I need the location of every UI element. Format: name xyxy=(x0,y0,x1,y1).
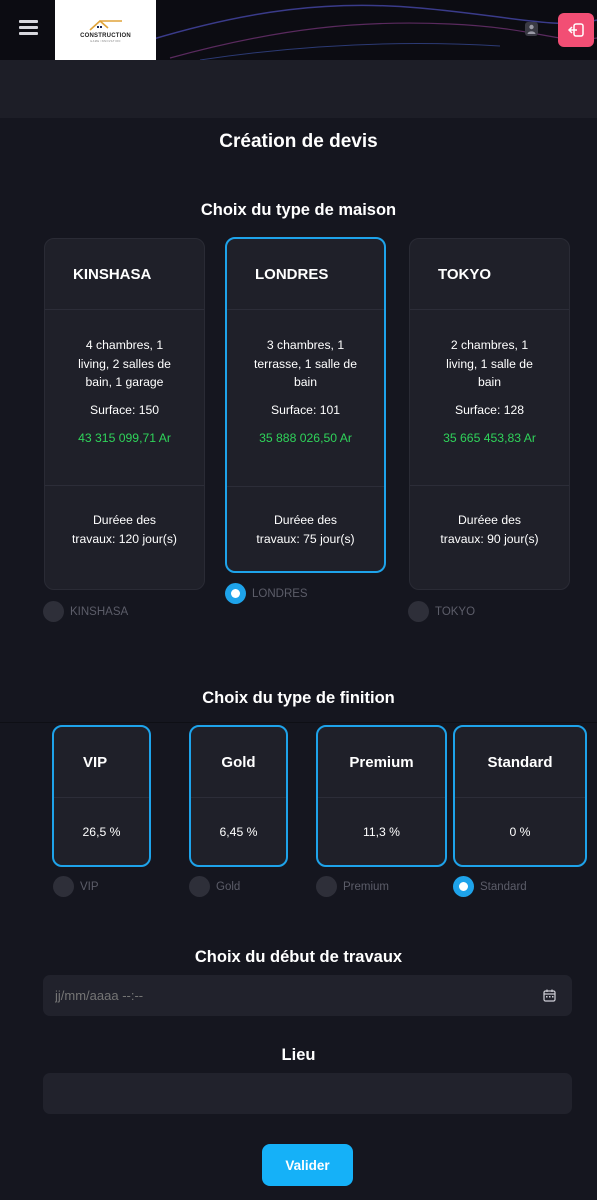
radio-button[interactable] xyxy=(225,583,246,604)
maison-card-londres[interactable]: LONDRES 3 chambres, 1 terrasse, 1 salle … xyxy=(225,237,386,573)
finition-card-value: 11,3 % xyxy=(362,824,401,839)
radio-button[interactable] xyxy=(43,601,64,622)
radio-label: Standard xyxy=(480,880,527,893)
maison-card-description: 2 chambres, 1 living, 1 salle de bain xyxy=(446,338,533,389)
maison-card-surface: Surface: 128 xyxy=(454,402,525,417)
radio-label: VIP xyxy=(80,880,99,893)
radio-finition-vip[interactable]: VIP xyxy=(53,876,99,897)
maison-card-kinshasa[interactable]: KINSHASA 4 chambres, 1 living, 2 salles … xyxy=(44,238,205,590)
page-title: Création de devis xyxy=(219,131,378,152)
maison-card-price: 35 888 026,50 Ar xyxy=(259,430,352,445)
maison-card-price: 43 315 099,71 Ar xyxy=(78,430,171,445)
page: CONSTRUCTION GAME INNOVATION Création de… xyxy=(0,0,597,1200)
house-logo-icon xyxy=(88,19,122,31)
radio-finition-premium[interactable]: Premium xyxy=(316,876,389,897)
card-divider xyxy=(227,486,384,487)
finition-card-name: Gold xyxy=(191,727,286,798)
finition-card-value: 26,5 % xyxy=(82,824,121,839)
maison-card-description: 3 chambres, 1 terrasse, 1 salle de bain xyxy=(254,338,357,389)
radio-finition-standard[interactable]: Standard xyxy=(453,876,527,897)
finition-card-name: Premium xyxy=(318,727,445,798)
radio-button[interactable] xyxy=(453,876,474,897)
finition-card-name: Standard xyxy=(455,727,585,798)
radio-maison-kinshasa[interactable]: KINSHASA xyxy=(43,601,128,622)
radio-button[interactable] xyxy=(53,876,74,897)
radio-button[interactable] xyxy=(408,601,429,622)
maison-card-tokyo[interactable]: TOKYO 2 chambres, 1 living, 1 salle de b… xyxy=(409,238,570,590)
maison-card-price: 35 665 453,83 Ar xyxy=(443,430,536,445)
radio-label: LONDRES xyxy=(252,587,308,600)
top-bar: CONSTRUCTION GAME INNOVATION xyxy=(0,0,597,60)
debut-section-title: Choix du début de travaux xyxy=(194,948,403,966)
maison-card-name: KINSHASA xyxy=(45,239,204,310)
radio-label: KINSHASA xyxy=(70,605,129,618)
maison-card-duration: Duréee des travaux: 75 jour(s) xyxy=(256,513,355,546)
valider-button[interactable]: Valider xyxy=(262,1144,353,1186)
maison-card-surface: Surface: 150 xyxy=(89,402,160,417)
logout-button[interactable] xyxy=(558,13,594,47)
finition-card-value: 0 % xyxy=(509,824,531,839)
finition-card-premium[interactable]: Premium 11,3 % xyxy=(316,725,447,867)
sub-header-bar xyxy=(0,60,597,118)
card-divider xyxy=(410,485,569,486)
finition-card-standard[interactable]: Standard 0 % xyxy=(453,725,587,867)
radio-label: Gold xyxy=(216,880,241,893)
logout-icon xyxy=(568,23,584,37)
logo-text: CONSTRUCTION xyxy=(80,32,131,39)
radio-button[interactable] xyxy=(316,876,337,897)
radio-button[interactable] xyxy=(189,876,210,897)
maison-card-description: 4 chambres, 1 living, 2 salles de bain, … xyxy=(78,338,171,389)
date-debut-input[interactable] xyxy=(43,975,572,1016)
radio-label: TOKYO xyxy=(435,605,476,618)
logo-subtext: GAME INNOVATION xyxy=(90,39,121,43)
finition-card-value: 6,45 % xyxy=(219,824,258,839)
maison-card-surface: Surface: 101 xyxy=(270,402,341,417)
lieu-input[interactable] xyxy=(43,1073,572,1114)
radio-label: Premium xyxy=(343,880,390,893)
card-divider xyxy=(45,485,204,486)
finition-card-gold[interactable]: Gold 6,45 % xyxy=(189,725,288,867)
calendar-icon[interactable] xyxy=(543,989,556,1002)
radio-maison-tokyo[interactable]: TOKYO xyxy=(408,601,475,622)
logo[interactable]: CONSTRUCTION GAME INNOVATION xyxy=(55,0,156,60)
lieu-section-title: Lieu xyxy=(281,1046,316,1064)
user-icon[interactable] xyxy=(525,22,538,36)
radio-maison-londres[interactable]: LONDRES xyxy=(225,583,308,604)
finition-card-vip[interactable]: VIP 26,5 % xyxy=(52,725,151,867)
maison-card-name: LONDRES xyxy=(227,239,384,310)
maison-section-title: Choix du type de maison xyxy=(200,201,397,219)
maison-card-duration: Duréee des travaux: 120 jour(s) xyxy=(72,513,177,546)
menu-icon[interactable] xyxy=(19,20,38,38)
finition-card-name: VIP xyxy=(54,727,149,798)
maison-card-duration: Duréee des travaux: 90 jour(s) xyxy=(440,513,539,546)
section-divider xyxy=(0,722,597,723)
finition-section-title: Choix du type de finition xyxy=(202,689,395,707)
radio-finition-gold[interactable]: Gold xyxy=(189,876,240,897)
maison-card-name: TOKYO xyxy=(410,239,569,310)
